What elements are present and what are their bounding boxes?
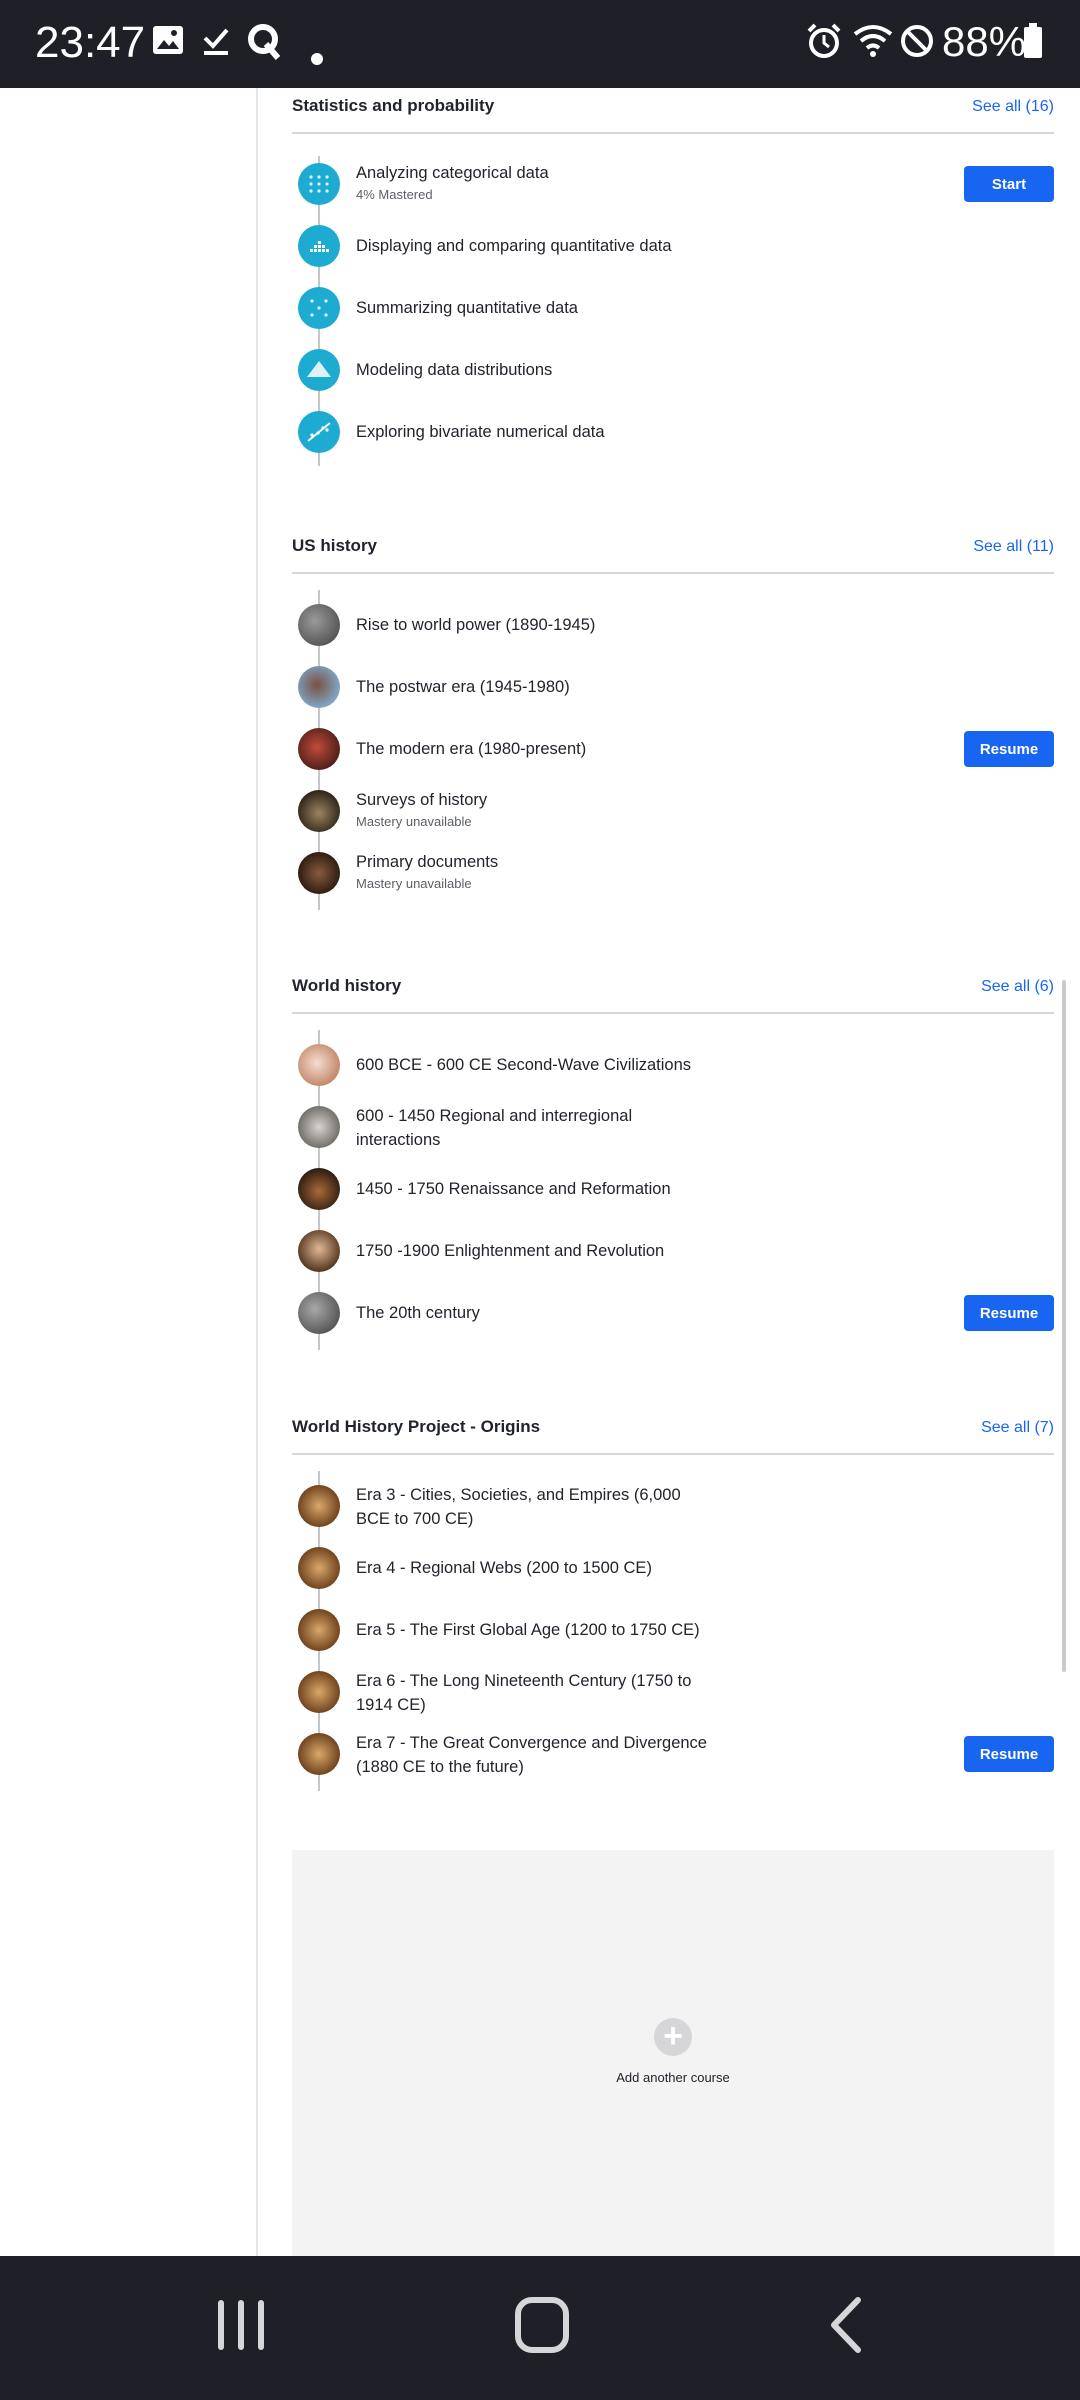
unit-mastery: 4% Mastered <box>356 187 433 202</box>
primary-documents-thumbnail-icon <box>298 852 340 894</box>
do-not-disturb-icon <box>898 22 936 65</box>
world-power-thumbnail-icon <box>298 604 340 646</box>
renaissance-thumbnail-icon <box>298 1168 340 1210</box>
quantitative-data-icon <box>298 225 340 267</box>
era-4-thumbnail-icon <box>298 1547 340 1589</box>
regional-interactions-thumbnail-icon <box>298 1106 340 1148</box>
image-icon <box>150 22 186 63</box>
resume-button[interactable]: Resume <box>964 731 1054 767</box>
battery-percentage: 88% <box>942 18 1027 65</box>
unit-title[interactable]: Analyzing categorical data <box>356 161 716 185</box>
modern-era-thumbnail-icon <box>298 728 340 770</box>
back-icon[interactable] <box>826 2296 866 2359</box>
battery-icon <box>1022 22 1044 65</box>
download-done-icon <box>200 22 232 63</box>
unit-title[interactable]: Primary documents <box>356 850 716 874</box>
enlightenment-thumbnail-icon <box>298 1230 340 1272</box>
section-title: Statistics and probability <box>292 96 495 115</box>
unit-title[interactable]: The postwar era (1945-1980) <box>356 675 716 699</box>
see-all-link[interactable]: See all (11) <box>973 538 1054 556</box>
unit-title[interactable]: Summarizing quantitative data <box>356 296 716 320</box>
status-time: 23:47 <box>35 18 146 67</box>
bivariate-data-icon <box>298 411 340 453</box>
unit-title[interactable]: Era 7 - The Great Convergence and Diverg… <box>356 1731 716 1779</box>
see-all-link[interactable]: See all (6) <box>981 978 1054 996</box>
second-wave-thumbnail-icon <box>298 1044 340 1086</box>
section-divider <box>292 1453 1054 1455</box>
unit-title[interactable]: Era 3 - Cities, Societies, and Empires (… <box>356 1483 716 1531</box>
home-icon[interactable] <box>514 2296 570 2359</box>
unit-title[interactable]: 600 - 1450 Regional and interregional in… <box>356 1104 686 1152</box>
postwar-thumbnail-icon <box>298 666 340 708</box>
distribution-icon <box>298 349 340 391</box>
see-all-link[interactable]: See all (16) <box>972 98 1054 116</box>
unit-title[interactable]: Surveys of history <box>356 788 716 812</box>
start-button[interactable]: Start <box>964 166 1054 202</box>
resume-button[interactable]: Resume <box>964 1295 1054 1331</box>
categorical-data-icon <box>298 163 340 205</box>
surveys-thumbnail-icon <box>298 790 340 832</box>
section-divider <box>292 572 1054 574</box>
unit-title[interactable]: Displaying and comparing quantitative da… <box>356 234 776 258</box>
system-nav-bar <box>0 2256 1080 2400</box>
unit-title[interactable]: Era 4 - Regional Webs (200 to 1500 CE) <box>356 1556 776 1580</box>
unit-title[interactable]: Era 6 - The Long Nineteenth Century (175… <box>356 1669 716 1717</box>
unit-mastery: Mastery unavailable <box>356 814 472 829</box>
unit-title[interactable]: Exploring bivariate numerical data <box>356 420 716 444</box>
unit-title[interactable]: 600 BCE - 600 CE Second-Wave Civilizatio… <box>356 1053 776 1077</box>
unit-title[interactable]: Rise to world power (1890-1945) <box>356 613 716 637</box>
unit-title[interactable]: 1750 -1900 Enlightenment and Revolution <box>356 1239 776 1263</box>
scrollbar[interactable] <box>1062 980 1066 1672</box>
unit-title[interactable]: The 20th century <box>356 1301 716 1325</box>
left-sidebar <box>0 88 258 2256</box>
see-all-link[interactable]: See all (7) <box>981 1419 1054 1437</box>
section-title: World history <box>292 976 402 995</box>
unit-title[interactable]: Era 5 - The First Global Age (1200 to 17… <box>356 1618 776 1642</box>
era-6-thumbnail-icon <box>298 1671 340 1713</box>
wifi-icon <box>852 22 894 65</box>
era-7-thumbnail-icon <box>298 1733 340 1775</box>
unit-mastery: Mastery unavailable <box>356 876 472 891</box>
section-divider <box>292 132 1054 134</box>
section-title: World History Project - Origins <box>292 1417 541 1436</box>
resume-button[interactable]: Resume <box>964 1736 1054 1772</box>
section-divider <box>292 1012 1054 1014</box>
dot-icon <box>310 52 324 71</box>
add-course-card[interactable]: + Add another course <box>292 1850 1054 2256</box>
recent-apps-icon[interactable] <box>214 2296 268 2359</box>
era-3-thumbnail-icon <box>298 1485 340 1527</box>
section-title: US history <box>292 536 378 555</box>
summarizing-data-icon <box>298 287 340 329</box>
twentieth-century-thumbnail-icon <box>298 1292 340 1334</box>
unit-title[interactable]: 1450 - 1750 Renaissance and Reformation <box>356 1177 776 1201</box>
unit-title[interactable]: The modern era (1980-present) <box>356 737 716 761</box>
q-app-icon <box>246 22 282 65</box>
add-course-label[interactable]: Add another course <box>292 2070 1054 2085</box>
unit-title[interactable]: Modeling data distributions <box>356 358 716 382</box>
plus-icon[interactable]: + <box>654 2018 692 2056</box>
status-bar: 23:47 88% <box>0 0 1080 88</box>
era-5-thumbnail-icon <box>298 1609 340 1651</box>
alarm-icon <box>805 22 843 65</box>
